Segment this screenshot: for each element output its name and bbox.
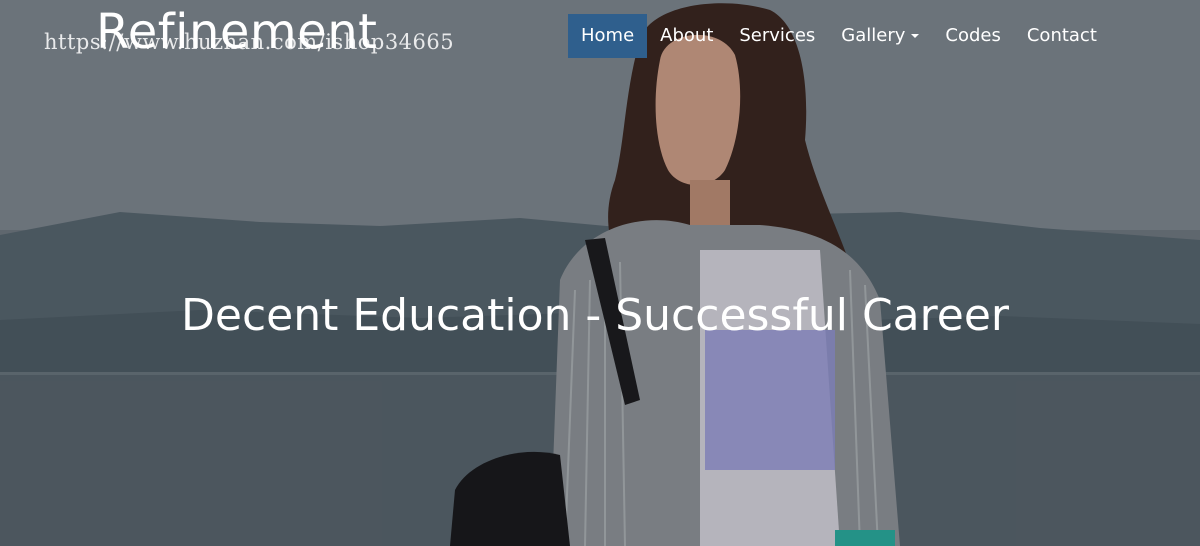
- nav-gallery-dropdown[interactable]: Gallery: [828, 14, 932, 58]
- watermark-text: https://www.huzhan.com/ishop34665: [44, 30, 455, 54]
- nav-home[interactable]: Home: [568, 14, 648, 58]
- nav-contact[interactable]: Contact: [1014, 14, 1110, 58]
- nav-gallery-label: Gallery: [841, 25, 906, 46]
- main-navigation: Home About Services Gallery Codes Contac…: [568, 14, 1110, 58]
- nav-home-label: Home: [581, 25, 635, 46]
- nav-services[interactable]: Services: [726, 14, 828, 58]
- nav-services-label: Services: [739, 25, 816, 46]
- nav-codes[interactable]: Codes: [932, 14, 1013, 58]
- image-overlay: [0, 0, 1200, 546]
- nav-contact-label: Contact: [1026, 25, 1097, 46]
- nav-about[interactable]: About: [647, 14, 726, 58]
- nav-codes-label: Codes: [945, 25, 1001, 46]
- caret-down-icon: [911, 34, 920, 38]
- hero-headline: Decent Education - Successful Career: [181, 290, 1009, 341]
- hero-section: Refinement https://www.huzhan.com/ishop3…: [0, 0, 1200, 546]
- nav-about-label: About: [660, 25, 714, 46]
